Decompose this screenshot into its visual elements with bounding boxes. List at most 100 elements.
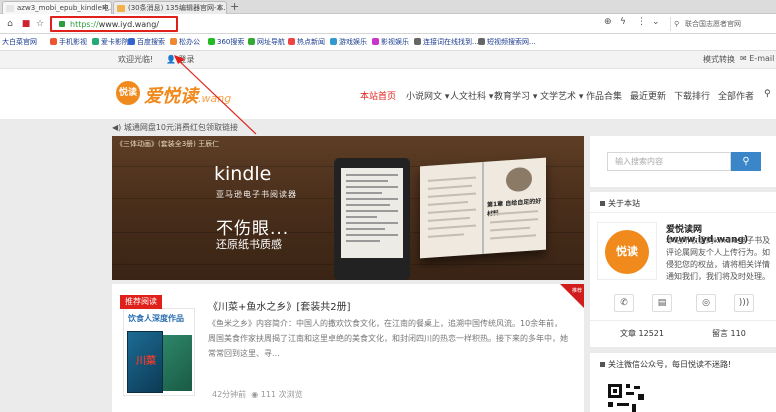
search-icon[interactable]: ⚲ bbox=[764, 89, 771, 99]
post-title[interactable]: 《川菜+鱼水之乡》[套装共2册] bbox=[208, 298, 351, 313]
kindle-banner[interactable]: 《三体动画》(套装全3册) 王辰仁 kindle 亚马逊电子书阅读器 不伤眼..… bbox=[112, 136, 584, 280]
chevron-down-icon[interactable]: ⌄ bbox=[652, 17, 660, 27]
nav-literature[interactable]: 文学艺术 ▾ bbox=[540, 89, 583, 102]
wechat-heading: 关注微信公众号，每日悦读不迷路! bbox=[600, 359, 731, 370]
bookmark-icon bbox=[478, 38, 485, 45]
comment-count: 留言 110 bbox=[712, 329, 746, 338]
mode-switch-link[interactable]: 模式转换 bbox=[703, 54, 735, 65]
tab-label: azw3_mobi_epub_kindle电... bbox=[17, 4, 112, 12]
url-host: www.iyd.wang/ bbox=[98, 20, 159, 29]
square-bullet-icon bbox=[600, 201, 605, 206]
weibo-icon[interactable]: ◎ bbox=[696, 294, 716, 312]
post-time: 42分钟前 bbox=[212, 390, 247, 399]
wechat-qr-code bbox=[608, 384, 648, 412]
home-icon[interactable]: ⌂ bbox=[4, 18, 16, 30]
url-field[interactable]: https://www.iyd.wang/ bbox=[50, 16, 178, 32]
star-icon[interactable]: ☆ bbox=[34, 18, 46, 30]
page-icon bbox=[6, 5, 14, 12]
square-bullet-icon bbox=[600, 362, 605, 367]
nav-authors[interactable]: 全部作者 bbox=[718, 89, 754, 102]
nav-collections[interactable]: 作品合集 bbox=[586, 89, 622, 102]
post-cover-image[interactable]: 饮食人深度作品 川菜 bbox=[123, 308, 195, 396]
about-heading: 关于本站 bbox=[600, 198, 640, 209]
browser-tab-1[interactable]: azw3_mobi_epub_kindle电... × bbox=[2, 1, 112, 14]
bookmark-item[interactable]: 爱卡影院 bbox=[92, 37, 129, 48]
book-illustration bbox=[506, 166, 532, 193]
nav-downloads[interactable]: 下载排行 bbox=[674, 89, 710, 102]
kindle-wordmark: kindle bbox=[214, 163, 272, 185]
email-link[interactable]: ✉ E-mail bbox=[740, 54, 774, 63]
url-scheme: https:// bbox=[70, 20, 99, 29]
bookmark-icon bbox=[50, 38, 57, 45]
zoom-icon[interactable]: ⊕ bbox=[604, 17, 612, 27]
bookmarks-bar: 大白菜官网 手机影视 爱卡影院 百度搜索 松办公 360搜索 网址导航 热点新闻… bbox=[0, 34, 776, 51]
about-description: 本站所收录的kindle电子书及评论属网友个人上传行为。如侵犯您的权益，请将相关… bbox=[666, 236, 771, 281]
eye-icon: ◉ bbox=[251, 390, 259, 399]
page-icon bbox=[117, 5, 125, 12]
search-icon: ⚲ bbox=[742, 156, 750, 167]
banner-caption: 《三体动画》(套装全3册) 王辰仁 bbox=[116, 140, 220, 148]
bookmark-item[interactable]: 手机影视 bbox=[50, 37, 87, 48]
site-top-bar: 欢迎光临! 👤 登录 模式转换 ✉ E-mail bbox=[0, 51, 776, 69]
cover-title: 饮食人深度作品 bbox=[128, 314, 184, 323]
address-search-box[interactable]: ⚲ 联合国志愿者官网 bbox=[670, 17, 770, 31]
login-link[interactable]: 👤 登录 bbox=[166, 54, 195, 65]
browser-tab-bar: azw3_mobi_epub_kindle电... × (30条消息) 135编… bbox=[0, 0, 776, 14]
bookmark-item[interactable]: 松办公 bbox=[170, 37, 200, 48]
bookmark-item[interactable]: 360搜索 bbox=[208, 37, 244, 48]
sidebar-search-button[interactable]: ⚲ bbox=[731, 152, 761, 171]
bookmark-icon bbox=[92, 38, 99, 45]
new-tab-button[interactable]: + bbox=[230, 0, 239, 13]
browser-tab-2[interactable]: (30条消息) 135编辑器官网-本... × bbox=[113, 1, 227, 14]
rss-icon[interactable]: ))) bbox=[734, 294, 754, 312]
bookmark-icon bbox=[208, 38, 215, 45]
bookmark-item[interactable]: 百度搜索 bbox=[128, 37, 165, 48]
wechat-icon[interactable]: ✆ bbox=[614, 294, 634, 312]
site-logo[interactable]: 悦读 bbox=[116, 81, 140, 105]
user-icon: 👤 bbox=[166, 55, 176, 64]
bookmark-icon bbox=[288, 38, 295, 45]
close-icon[interactable]: × bbox=[216, 2, 223, 14]
nav-home[interactable]: 本站首页 bbox=[360, 89, 396, 102]
bookmark-item[interactable]: 影视娱乐 bbox=[372, 37, 409, 48]
welcome-text: 欢迎光临! bbox=[118, 55, 154, 64]
site-logo-text[interactable]: 爱悦读.wang bbox=[144, 82, 231, 108]
nav-latest[interactable]: 最近更新 bbox=[630, 89, 666, 102]
lightning-icon[interactable]: ϟ bbox=[620, 17, 626, 27]
bookmark-item[interactable]: 连接词在线找到... bbox=[414, 37, 479, 48]
about-logo: 悦读 bbox=[597, 222, 657, 280]
tab-label: (30条消息) 135编辑器官网-本... bbox=[128, 4, 227, 12]
close-icon[interactable]: × bbox=[101, 2, 108, 14]
bag-icon[interactable]: ■ bbox=[20, 18, 32, 30]
bookmark-icon bbox=[372, 38, 379, 45]
kindle-subtitle: 亚马逊电子书阅读器 bbox=[216, 190, 297, 199]
bookmark-icon bbox=[128, 38, 135, 45]
nav-novels[interactable]: 小说网文 ▾ bbox=[406, 89, 449, 102]
bookmark-icon bbox=[248, 38, 255, 45]
bookmark-item[interactable]: 大白菜官网 bbox=[2, 37, 37, 48]
bookmark-icon bbox=[330, 38, 337, 45]
notice-bar[interactable]: ◀) 城通网盘10元消费红包领取链接 bbox=[112, 119, 582, 136]
bookmark-icon bbox=[170, 38, 177, 45]
bookmark-item[interactable]: 网址导航 bbox=[248, 37, 285, 48]
address-bar: ⌂ ■ ☆ https://www.iyd.wang/ ⊕ ϟ ⋮ ⌄ ⚲ 联合… bbox=[0, 14, 776, 34]
bookmark-item[interactable]: 热点新闻 bbox=[288, 37, 325, 48]
lock-icon bbox=[59, 21, 65, 27]
nav-humanities[interactable]: 人文社科 ▾ bbox=[450, 89, 493, 102]
nav-education[interactable]: 教育学习 ▾ bbox=[494, 89, 537, 102]
bookmark-icon bbox=[414, 38, 421, 45]
cover-book-name: 川菜 bbox=[136, 356, 156, 367]
search-icon: ⚲ bbox=[674, 20, 680, 28]
recommend-tag: 推荐阅读 bbox=[120, 295, 162, 309]
grid-icon[interactable]: ⋮ bbox=[637, 17, 646, 27]
mail-icon: ✉ bbox=[740, 54, 747, 63]
post-meta: 42分钟前 ◉ 111 次浏览 bbox=[212, 389, 303, 400]
open-book-image: 第1章 自给自足的好材料 bbox=[420, 157, 546, 259]
banner-slogan-2: 还原纸书质感 bbox=[216, 238, 282, 251]
bookmark-item[interactable]: 短视频搜索网... bbox=[478, 37, 536, 48]
bookmark-item[interactable]: 游戏娱乐 bbox=[330, 37, 367, 48]
print-icon[interactable]: ▤ bbox=[652, 294, 672, 312]
article-count: 文章 12521 bbox=[620, 329, 664, 338]
speaker-icon: ◀) bbox=[112, 123, 122, 132]
sidebar-search-input[interactable]: 输入搜索内容 bbox=[607, 152, 731, 171]
